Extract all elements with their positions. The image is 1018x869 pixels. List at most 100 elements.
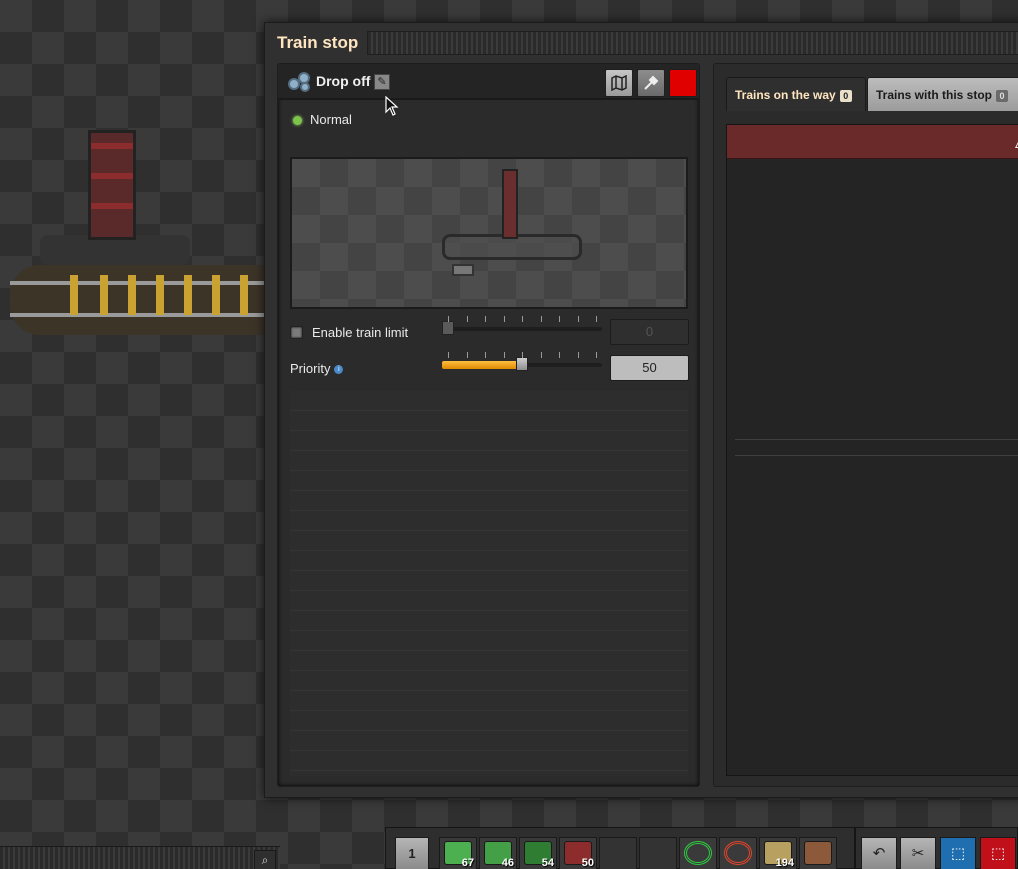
rail-tie	[240, 275, 248, 315]
rail	[10, 281, 265, 285]
item-count: 67	[461, 857, 474, 869]
quickbar-slot-2[interactable]: 46	[479, 837, 517, 869]
scissors-icon: ✂	[911, 844, 925, 862]
quickbar-slot-4[interactable]: 50	[559, 837, 597, 869]
window-titlebar[interactable]: Train stop	[265, 23, 1018, 63]
train-limit-field[interactable]: 0	[610, 319, 689, 345]
slider-tick	[577, 352, 579, 358]
status-text: Normal	[310, 112, 352, 127]
color-picker-button[interactable]	[637, 69, 665, 97]
quickbar-slot-10[interactable]	[799, 837, 837, 869]
station-color-swatch[interactable]	[669, 69, 697, 97]
priority-slider-handle[interactable]	[516, 357, 528, 371]
quickbar-page-button[interactable]: 1	[395, 837, 429, 869]
red-wire-icon	[724, 841, 752, 865]
pencil-icon: ✎	[377, 75, 387, 88]
train-limit-checkbox[interactable]	[290, 326, 303, 339]
rail-tie	[128, 275, 136, 315]
slider-tick	[596, 316, 597, 322]
quickbar-slot-6[interactable]	[639, 837, 677, 869]
rail-tie	[212, 275, 220, 315]
station-panel: Drop off ✎ Normal Enable train limit 0 P…	[277, 63, 700, 787]
color-picker-icon	[644, 75, 659, 90]
slider-tick	[503, 352, 505, 358]
search-icon: ⌕	[261, 853, 269, 867]
rail	[10, 313, 265, 317]
slider-tick	[559, 352, 560, 358]
train-stop-preview-image	[442, 169, 582, 294]
station-conditions-list	[290, 391, 688, 776]
tab-count-badge: 0	[996, 89, 1009, 102]
quickbar-slot-7[interactable]	[679, 837, 717, 869]
drag-handle[interactable]	[367, 31, 1018, 55]
deconstruct-button[interactable]: ⬚	[980, 837, 1016, 869]
quickbar: 1 67 46 54 50 194	[385, 827, 855, 869]
quickbar-slot-9[interactable]: 194	[759, 837, 797, 869]
cut-button[interactable]: ✂	[900, 837, 936, 869]
tab-trains-on-the-way[interactable]: Trains on the way 0	[726, 77, 866, 111]
slider-tick	[466, 316, 468, 322]
tab-label: Trains on the way	[735, 88, 836, 102]
slider-tick	[540, 352, 542, 358]
divider	[735, 455, 1018, 456]
rename-button[interactable]: ✎	[374, 74, 390, 90]
station-name: Drop off	[316, 73, 371, 89]
tab-label: Trains with this stop	[876, 88, 993, 102]
slider-tick	[540, 316, 542, 322]
deconstruct-icon: ⬚	[990, 844, 1006, 862]
priority-label-text: Priority	[290, 361, 331, 376]
train-stop-icon	[288, 70, 312, 94]
slider-tick	[577, 316, 579, 322]
green-wire-icon	[684, 841, 712, 865]
search-bar[interactable]: ⌕	[0, 846, 280, 869]
tab-trains-with-this-stop[interactable]: Trains with this stop 0	[867, 77, 1018, 111]
train-stop-window: Train stop Drop off ✎ Normal Enable trai…	[264, 22, 1018, 798]
train-stop-tower	[88, 130, 136, 240]
undo-icon: ↶	[872, 844, 886, 862]
train-stop-entity[interactable]	[10, 125, 265, 345]
rail-bed	[10, 265, 265, 335]
slider-tick	[485, 316, 486, 322]
trains-panel: Trains on the way 0 Trains with this stop…	[713, 63, 1018, 787]
warning-banner: △	[727, 125, 1018, 159]
quickbar-slot-5[interactable]	[599, 837, 637, 869]
priority-field[interactable]: 50	[610, 355, 689, 381]
shortcut-toolbar: ↶ ✂ ⬚ ⬚	[855, 827, 1018, 869]
slider-tick	[522, 352, 523, 358]
item-count: 50	[581, 857, 594, 869]
rail-tie	[184, 275, 192, 315]
item-count: 194	[775, 857, 794, 869]
undo-button[interactable]: ↶	[861, 837, 897, 869]
quickbar-slot-8[interactable]	[719, 837, 757, 869]
tab-count-badge: 0	[839, 89, 852, 102]
slider-tick	[485, 352, 486, 358]
priority-slider[interactable]	[442, 352, 602, 376]
item-count: 46	[501, 857, 514, 869]
open-map-button[interactable]	[605, 69, 633, 97]
slider-tick	[466, 352, 468, 358]
slider-tick	[522, 316, 523, 322]
quickbar-slot-3[interactable]: 54	[519, 837, 557, 869]
train-limit-slider-handle[interactable]	[442, 321, 454, 335]
train-limit-slider[interactable]	[442, 316, 602, 340]
info-icon: i	[334, 365, 344, 375]
slider-tick	[559, 316, 560, 322]
station-header: Drop off ✎	[278, 64, 699, 100]
divider	[735, 439, 1018, 440]
priority-label: Priority i	[290, 361, 344, 376]
priority-slider-fill	[442, 361, 522, 369]
select-icon: ⬚	[950, 844, 966, 862]
item-count: 54	[541, 857, 554, 869]
map-icon	[611, 74, 627, 92]
select-button[interactable]: ⬚	[940, 837, 976, 869]
rail-signal-icon	[804, 841, 832, 865]
slider-tick	[448, 316, 449, 322]
entity-preview[interactable]	[290, 157, 688, 309]
rail-tie	[156, 275, 164, 315]
rail-tie	[70, 275, 78, 315]
slider-tick	[596, 352, 597, 358]
search-button[interactable]: ⌕	[254, 850, 276, 869]
train-limit-label: Enable train limit	[312, 325, 409, 340]
trains-list: △	[726, 124, 1018, 776]
quickbar-slot-1[interactable]: 67	[439, 837, 477, 869]
